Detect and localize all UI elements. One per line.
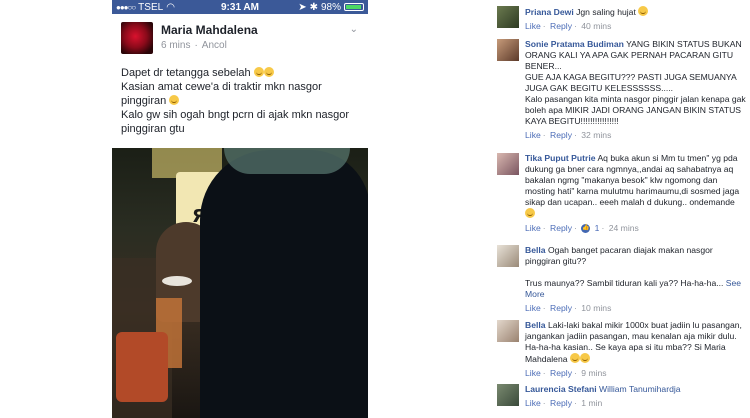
commenter-avatar[interactable] bbox=[497, 245, 519, 267]
thumbs-up-icon: 👍 bbox=[581, 224, 591, 234]
comment-content: Sonie Pratama Budiman YANG BIKIN STATUS … bbox=[525, 39, 747, 127]
reply-button[interactable]: Reply bbox=[550, 303, 572, 313]
comment: Laurencia Stefani William Tanumihardja L… bbox=[487, 384, 750, 409]
reply-button[interactable]: Reply bbox=[550, 368, 572, 378]
comment-text: YANG BIKIN STATUS BUKAN ORANG KALI YA AP… bbox=[525, 39, 746, 126]
reply-button[interactable]: Reply bbox=[550, 21, 572, 31]
like-count[interactable]: 1 bbox=[595, 223, 600, 233]
comment: Tika Puput Putrie Aq buka akun si Mm tu … bbox=[487, 153, 750, 234]
laugh-emoji-icon bbox=[569, 353, 580, 363]
reply-button[interactable]: Reply bbox=[550, 223, 572, 233]
photo-stool bbox=[116, 332, 168, 402]
like-button[interactable]: Like bbox=[525, 130, 541, 140]
post-author-name[interactable]: Maria Mahdalena bbox=[161, 23, 258, 37]
wifi-icon: ◠ bbox=[166, 1, 175, 13]
commenter-avatar[interactable] bbox=[497, 39, 519, 61]
comment-actions: Like · Reply · 32 mins bbox=[525, 130, 612, 140]
comment-time: 1 min bbox=[581, 398, 603, 408]
commenter-avatar[interactable] bbox=[497, 6, 519, 28]
like-button[interactable]: Like bbox=[525, 223, 541, 233]
comment-text: Jgn saling hujat bbox=[576, 7, 636, 17]
comment-actions: Like · Reply · 40 mins bbox=[525, 21, 612, 31]
commenter-name[interactable]: Tika Puput Putrie bbox=[525, 153, 596, 163]
comment-text: Ogah banget pacaran diajak makan nasgor … bbox=[525, 245, 724, 288]
dot-separator: · bbox=[194, 40, 198, 51]
comment-content: Bella Laki-laki bakal mikir 1000x buat j… bbox=[525, 320, 747, 365]
comment: Priana Dewi Jgn saling hujat Like · Reply… bbox=[487, 6, 750, 32]
photo-foreground-person bbox=[200, 150, 368, 418]
comment-actions: Like · Reply · 10 mins bbox=[525, 303, 612, 313]
commenter-name[interactable]: Laurencia Stefani bbox=[525, 384, 597, 394]
comment-time: 32 mins bbox=[581, 130, 612, 140]
battery-percent: 98% bbox=[320, 1, 341, 13]
tagged-user-link[interactable]: William Tanumihardja bbox=[599, 384, 681, 394]
post-header: Maria Mahdalena 6 mins · Ancol ⌄ bbox=[112, 14, 368, 54]
commenter-avatar[interactable] bbox=[497, 384, 519, 406]
grin-emoji-icon bbox=[253, 67, 264, 77]
bluetooth-icon: ✱ bbox=[309, 1, 318, 13]
commenter-name[interactable]: Sonie Pratama Budiman bbox=[525, 39, 624, 49]
laugh-emoji-icon bbox=[169, 95, 180, 105]
facebook-post-screenshot: ●●●○○ TSEL ◠ 9:31 AM ➤ ✱ 98% Maria Mahda… bbox=[112, 0, 368, 418]
post-location[interactable]: Ancol bbox=[202, 40, 227, 51]
comment: Bella Laki-laki bakal mikir 1000x buat j… bbox=[487, 320, 750, 379]
post-line-2-text: Kasian amat cewe'a di traktir mkn nasgor… bbox=[121, 81, 322, 107]
comment-content: Tika Puput Putrie Aq buka akun si Mm tu … bbox=[525, 153, 747, 220]
comment-content: Bella Ogah banget pacaran diajak makan n… bbox=[525, 245, 747, 300]
signal-icon: ●●●○○ bbox=[116, 2, 136, 12]
chevron-down-icon[interactable]: ⌄ bbox=[350, 24, 358, 35]
laugh-emoji-icon bbox=[579, 353, 590, 363]
comment: Sonie Pratama Budiman YANG BIKIN STATUS … bbox=[487, 39, 750, 141]
battery-icon bbox=[344, 3, 364, 11]
smile-emoji-icon bbox=[638, 6, 649, 16]
like-button[interactable]: Like bbox=[525, 398, 541, 408]
comment-time: 40 mins bbox=[581, 21, 612, 31]
comment-time: 9 mins bbox=[581, 368, 607, 378]
commenter-name[interactable]: Priana Dewi bbox=[525, 7, 574, 17]
comment-time: 24 mins bbox=[608, 223, 639, 233]
commenter-name[interactable]: Bella bbox=[525, 245, 546, 255]
location-arrow-icon: ➤ bbox=[298, 1, 307, 13]
commenter-name[interactable]: Bella bbox=[525, 320, 546, 330]
post-line-2: Kasian amat cewe'a di traktir mkn nasgor… bbox=[121, 80, 360, 108]
status-bar: ●●●○○ TSEL ◠ 9:31 AM ➤ ✱ 98% bbox=[112, 0, 368, 14]
post-author-avatar[interactable] bbox=[121, 22, 153, 54]
post-line-3: Kalo gw sih ogah bngt pcrn di ajak mkn n… bbox=[121, 109, 350, 135]
reply-button[interactable]: Reply bbox=[550, 130, 572, 140]
commenter-avatar[interactable] bbox=[497, 320, 519, 342]
comment-content: Priana Dewi Jgn saling hujat bbox=[525, 6, 747, 18]
comment-text: Laki-laki bakal mikir 1000x buat jadiin … bbox=[525, 320, 742, 364]
comment-actions: Like · Reply · 1 min bbox=[525, 398, 603, 408]
laugh-emoji-icon bbox=[525, 208, 535, 218]
comment-actions: Like · Reply · 9 mins bbox=[525, 368, 607, 378]
comment-time: 10 mins bbox=[581, 303, 612, 313]
comment-actions: Like · Reply · 👍 1 · 24 mins bbox=[525, 223, 639, 234]
post-line-1-text: Dapet dr tetangga sebelah bbox=[121, 67, 251, 79]
comments-panel: Priana Dewi Jgn saling hujat Like · Reply… bbox=[487, 0, 750, 418]
post-text: Dapet dr tetangga sebelah Kasian amat ce… bbox=[112, 54, 368, 136]
reply-button[interactable]: Reply bbox=[550, 398, 572, 408]
post-time: 6 mins bbox=[161, 40, 191, 51]
photo-plate bbox=[162, 276, 192, 286]
like-button[interactable]: Like bbox=[525, 303, 541, 313]
like-button[interactable]: Like bbox=[525, 368, 541, 378]
comment-content: Laurencia Stefani William Tanumihardja bbox=[525, 384, 747, 395]
like-button[interactable]: Like bbox=[525, 21, 541, 31]
post-photo[interactable]: ЯЕЛ bbox=[112, 148, 368, 418]
photo-shoulder bbox=[224, 148, 350, 174]
commenter-avatar[interactable] bbox=[497, 153, 519, 175]
post-line-1: Dapet dr tetangga sebelah bbox=[121, 66, 360, 80]
carrier-label: TSEL bbox=[138, 1, 164, 13]
comment: Bella Ogah banget pacaran diajak makan n… bbox=[487, 245, 750, 314]
grin-emoji-icon bbox=[263, 67, 274, 77]
